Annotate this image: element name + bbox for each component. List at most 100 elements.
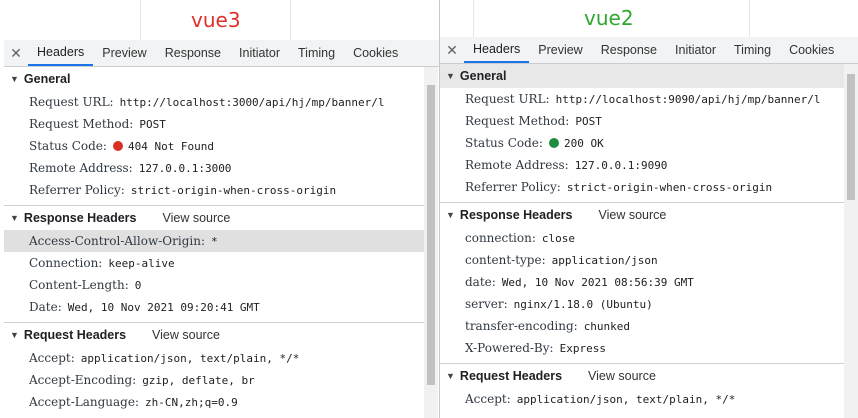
header-row: Accept: application/json, text/plain, */…	[4, 347, 424, 369]
header-value: Express	[559, 341, 606, 355]
header-key: Accept:	[465, 392, 511, 406]
tab-initiator[interactable]: Initiator	[230, 40, 289, 66]
section-title: Response Headers	[23, 211, 137, 225]
header-row: Content-Length: 0	[4, 274, 424, 296]
header-value: keep-alive	[108, 256, 175, 270]
tab-response[interactable]: Response	[156, 40, 230, 66]
header-value: Wed, 10 Nov 2021 08:56:39 GMT	[501, 275, 694, 289]
header-value: 404 Not Found	[127, 139, 215, 153]
header-row: Accept: application/json, text/plain, */…	[440, 388, 844, 410]
general-section-toggle[interactable]: ▼ General	[440, 64, 844, 88]
scrollbar-thumb[interactable]	[847, 74, 855, 200]
header-value: POST	[139, 117, 166, 131]
caption-band: vue3	[0, 0, 440, 40]
vertical-scrollbar[interactable]	[424, 67, 438, 418]
header-value: application/json, text/plain, */*	[80, 351, 300, 365]
header-row: connection: close	[440, 227, 844, 249]
header-key: Request Method:	[465, 114, 570, 128]
caption-band: vue2	[440, 0, 858, 40]
triangle-down-icon: ▼	[10, 74, 19, 84]
header-row: Status Code: 200 OK	[440, 132, 844, 154]
header-key: Request Method:	[29, 117, 134, 131]
header-key: Status Code:	[29, 139, 107, 153]
view-source-link[interactable]: View source	[152, 328, 220, 342]
grid-tick	[290, 0, 291, 40]
header-row: Accept-Language: zh-CN,zh;q=0.9	[4, 391, 424, 413]
view-source-link[interactable]: View source	[598, 208, 666, 222]
triangle-down-icon: ▼	[446, 71, 455, 81]
header-value: application/json	[551, 253, 658, 267]
tab-headers[interactable]: Headers	[464, 37, 530, 63]
tab-timing[interactable]: Timing	[289, 40, 344, 66]
header-key: Referrer Policy:	[29, 183, 125, 197]
response-headers-toggle[interactable]: ▼ Response Headers View source	[440, 203, 844, 227]
devtools-panel-vue3: vue3 ✕ Headers Preview Response Initiato…	[0, 0, 440, 418]
header-row: Accept-Encoding: gzip, deflate, br	[4, 369, 424, 391]
tab-response[interactable]: Response	[592, 37, 666, 63]
header-row: Request URL: http://localhost:3000/api/h…	[4, 91, 424, 113]
header-value: strict-origin-when-cross-origin	[566, 180, 773, 194]
view-source-link[interactable]: View source	[588, 369, 656, 383]
header-key: Accept:	[29, 351, 75, 365]
header-value: chunked	[583, 319, 631, 333]
headers-content: ▼ General Request URL: http://localhost:…	[440, 64, 844, 414]
header-value: 0	[134, 278, 142, 292]
request-headers-section: ▼ Request Headers View source Accept: ap…	[4, 323, 424, 417]
request-headers-toggle[interactable]: ▼ Request Headers View source	[440, 364, 844, 388]
grid-tick	[473, 0, 474, 40]
header-key: Remote Address:	[465, 158, 569, 172]
close-icon[interactable]: ✕	[440, 37, 464, 63]
request-headers-toggle[interactable]: ▼ Request Headers View source	[4, 323, 424, 347]
header-value: 200 OK	[563, 136, 604, 150]
section-title: Request Headers	[23, 328, 127, 342]
header-key: Referrer Policy:	[465, 180, 561, 194]
tab-preview[interactable]: Preview	[93, 40, 155, 66]
status-dot-icon	[112, 141, 123, 151]
header-row: Request Method: POST	[4, 113, 424, 135]
tab-cookies[interactable]: Cookies	[780, 37, 843, 63]
header-value: zh-CN,zh;q=0.9	[145, 395, 238, 409]
header-row: Status Code: 404 Not Found	[4, 135, 424, 157]
view-source-link[interactable]: View source	[162, 211, 230, 225]
header-value: gzip, deflate, br	[142, 373, 255, 387]
section-title: Request Headers	[459, 369, 563, 383]
header-value: http://localhost:3000/api/hj/mp/banner/l	[119, 95, 385, 109]
tab-cookies[interactable]: Cookies	[344, 40, 407, 66]
section-title: General	[23, 72, 71, 86]
scrollbar-thumb[interactable]	[427, 85, 435, 385]
header-row: Remote Address: 127.0.0.1:9090	[440, 154, 844, 176]
header-key: Connection:	[29, 256, 103, 270]
header-key: Accept-Language:	[29, 395, 140, 409]
tab-preview[interactable]: Preview	[529, 37, 591, 63]
general-section-toggle[interactable]: ▼ General	[4, 67, 424, 91]
section-title: Response Headers	[459, 208, 573, 222]
network-detail-tabbar: ✕ Headers Preview Response Initiator Tim…	[440, 37, 858, 64]
network-detail-tabbar: ✕ Headers Preview Response Initiator Tim…	[4, 40, 440, 67]
header-row: Referrer Policy: strict-origin-when-cros…	[4, 179, 424, 201]
header-row: X-Powered-By: Express	[440, 337, 844, 359]
header-value: strict-origin-when-cross-origin	[130, 183, 337, 197]
triangle-down-icon: ▼	[446, 371, 455, 381]
header-key: Date:	[29, 300, 62, 314]
header-key: Request URL:	[465, 92, 550, 106]
tab-initiator[interactable]: Initiator	[666, 37, 725, 63]
header-key: Accept-Encoding:	[29, 373, 137, 387]
response-headers-toggle[interactable]: ▼ Response Headers View source	[4, 206, 424, 230]
header-value: Wed, 10 Nov 2021 09:20:41 GMT	[67, 300, 260, 314]
header-value: 127.0.0.1:9090	[574, 158, 668, 172]
header-key: Status Code:	[465, 136, 543, 150]
header-value: nginx/1.18.0 (Ubuntu)	[513, 297, 653, 311]
vertical-scrollbar[interactable]	[844, 64, 858, 418]
header-row: transfer-encoding: chunked	[440, 315, 844, 337]
tab-headers[interactable]: Headers	[28, 40, 94, 66]
triangle-down-icon: ▼	[10, 330, 19, 340]
close-icon[interactable]: ✕	[4, 40, 28, 66]
header-row: Connection: keep-alive	[4, 252, 424, 274]
triangle-down-icon: ▼	[446, 210, 455, 220]
header-key: X-Powered-By:	[465, 341, 554, 355]
general-section: ▼ General Request URL: http://localhost:…	[4, 67, 424, 206]
panel-caption: vue3	[191, 8, 241, 32]
tab-timing[interactable]: Timing	[725, 37, 780, 63]
header-key: Request URL:	[29, 95, 114, 109]
grid-tick	[749, 0, 750, 40]
